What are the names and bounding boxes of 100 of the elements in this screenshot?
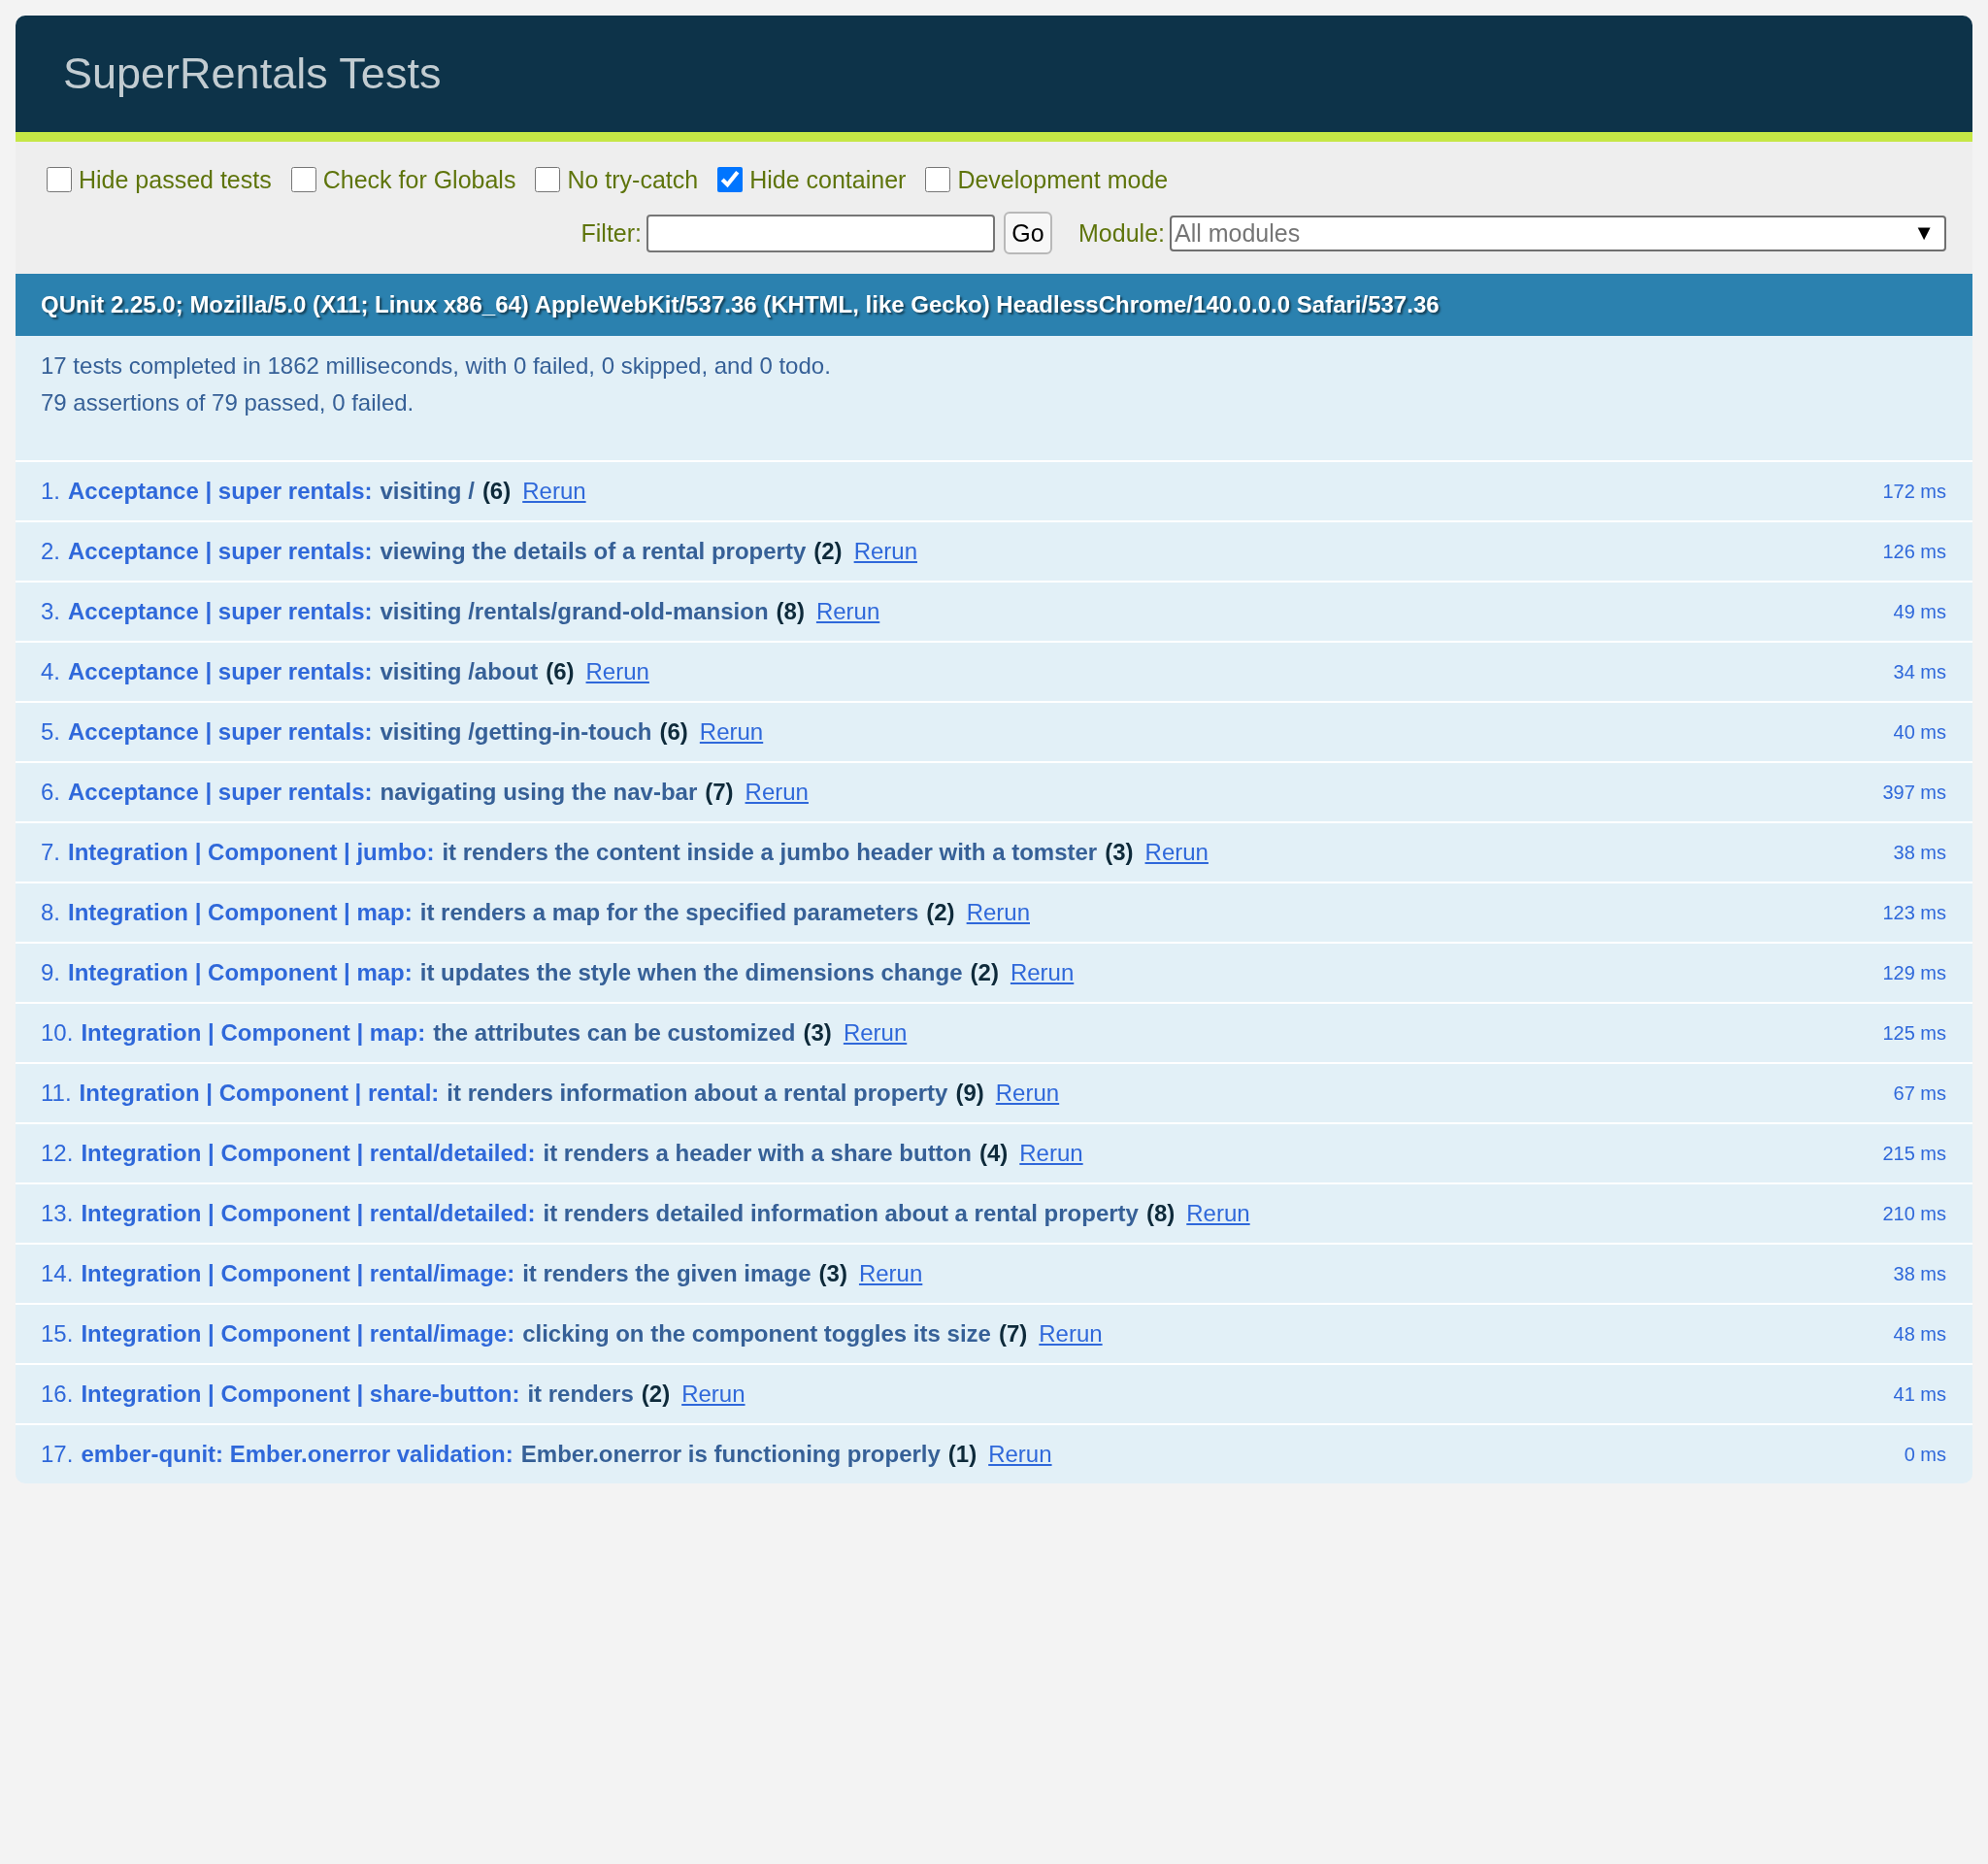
test-number: 9. xyxy=(41,958,60,987)
test-name: Ember.onerror is functioning properly xyxy=(520,1440,941,1469)
test-row[interactable]: 16. Integration | Component | share-button: it renders (2) Rerun 41 ms xyxy=(16,1365,1972,1425)
checkbox-label[interactable]: Hide container xyxy=(749,162,907,197)
assertion-count: (7) xyxy=(998,1319,1028,1348)
test-row[interactable]: 5. Acceptance | super rentals: visiting /getting-in-touch (6) Rerun 40 ms xyxy=(16,703,1972,763)
test-row[interactable]: 15. Integration | Component | rental/image: clicking on the component toggles its size (7) Rerun 48 ms xyxy=(16,1305,1972,1365)
test-row[interactable]: 17. ember-qunit: Ember.onerror validation: Ember.onerror is functioning properly (1) Rerun 0 ms xyxy=(16,1425,1972,1483)
runtime-text: 38 ms xyxy=(1892,1262,1946,1286)
go-button[interactable]: Go xyxy=(1004,212,1053,254)
checkbox[interactable] xyxy=(290,167,316,192)
rerun-link[interactable]: Rerun xyxy=(522,474,586,509)
rerun-link[interactable]: Rerun xyxy=(699,715,764,749)
rerun-link[interactable]: Rerun xyxy=(745,775,809,810)
module-name: ember-qunit: Ember.onerror validation: xyxy=(81,1440,514,1469)
checkbox[interactable] xyxy=(535,167,561,192)
test-name: visiting /getting-in-touch xyxy=(380,717,652,747)
test-name: it renders the content inside a jumbo header with a tomster xyxy=(442,838,1098,867)
assertion-count: (4) xyxy=(978,1139,1009,1168)
module-name: Integration | Component | rental: xyxy=(79,1079,440,1108)
rerun-link[interactable]: Rerun xyxy=(815,594,880,629)
test-number: 8. xyxy=(41,898,60,927)
runtime-text: 129 ms xyxy=(1881,961,1946,985)
checkbox-label[interactable]: Hide passed tests xyxy=(79,162,272,197)
module-name: Integration | Component | jumbo: xyxy=(68,838,435,867)
test-row[interactable]: 9. Integration | Component | map: it updates the style when the dimensions change (2) Rerun 129 ms xyxy=(16,944,1972,1004)
caret-icon[interactable]: ▼ xyxy=(1913,222,1935,244)
rerun-link[interactable]: Rerun xyxy=(1010,955,1075,990)
module-name: Acceptance | super rentals: xyxy=(68,778,373,807)
module-name: Acceptance | super rentals: xyxy=(68,477,373,506)
test-number: 1. xyxy=(41,477,60,506)
assertion-count: (7) xyxy=(705,778,734,807)
assertions-summary-text: 79 assertions of 79 passed, 0 failed. xyxy=(41,388,414,417)
runtime-text: 215 ms xyxy=(1881,1142,1946,1166)
checkbox-label[interactable]: Development mode xyxy=(957,162,1169,197)
module-name: Integration | Component | map: xyxy=(68,898,413,927)
test-row[interactable]: 4. Acceptance | super rentals: visiting /about (6) Rerun 34 ms xyxy=(16,643,1972,703)
checkbox-label[interactable]: Check for Globals xyxy=(322,162,516,197)
runtime-text: 40 ms xyxy=(1892,720,1946,745)
runtime-text: 48 ms xyxy=(1892,1322,1946,1347)
module-name: Acceptance | super rentals: xyxy=(68,597,373,626)
rerun-link[interactable]: Rerun xyxy=(966,895,1030,930)
test-number: 16. xyxy=(41,1380,74,1409)
test-row[interactable]: 6. Acceptance | super rentals: navigating using the nav-bar (7) Rerun 397 ms xyxy=(16,763,1972,823)
module-label: Module: xyxy=(1078,218,1165,249)
assertion-count: (8) xyxy=(1145,1199,1176,1228)
module-name: Acceptance | super rentals: xyxy=(68,717,373,747)
test-number: 10. xyxy=(41,1018,74,1048)
rerun-link[interactable]: Rerun xyxy=(988,1437,1052,1472)
checkbox[interactable] xyxy=(717,167,744,192)
runtime-text: 67 ms xyxy=(1892,1082,1946,1106)
assertion-count: (3) xyxy=(1105,838,1134,867)
module-name: Integration | Component | rental/detailed: xyxy=(81,1139,536,1168)
test-number: 2. xyxy=(41,537,60,566)
test-name: it renders information about a rental property xyxy=(447,1079,948,1108)
module-name: Integration | Component | rental/image: xyxy=(81,1259,515,1288)
rerun-link[interactable]: Rerun xyxy=(681,1377,746,1412)
rerun-link[interactable]: Rerun xyxy=(1144,835,1209,870)
checkbox[interactable] xyxy=(925,167,951,192)
test-name: visiting /rentals/grand-old-mansion xyxy=(380,597,769,626)
test-row[interactable]: 10. Integration | Component | map: the attributes can be customized (3) Rerun 125 ms xyxy=(16,1004,1972,1064)
test-name: navigating using the nav-bar xyxy=(380,778,698,807)
test-row[interactable]: 12. Integration | Component | rental/detailed: it renders a header with a share button (4) Rerun 215 ms xyxy=(16,1124,1972,1184)
rerun-link[interactable]: Rerun xyxy=(585,654,649,689)
tests-summary-text: 17 tests completed in 1862 milliseconds, with 0 failed, 0 skipped, and 0 todo. xyxy=(41,351,831,381)
test-name: clicking on the component toggles its size xyxy=(522,1319,991,1348)
rerun-link[interactable]: Rerun xyxy=(1186,1196,1250,1231)
assertion-count: (6) xyxy=(481,477,512,506)
rerun-link[interactable]: Rerun xyxy=(843,1015,908,1050)
test-row[interactable]: 14. Integration | Component | rental/image: it renders the given image (3) Rerun 38 ms xyxy=(16,1245,1972,1305)
runtime-text: 34 ms xyxy=(1892,660,1946,684)
test-row[interactable]: 7. Integration | Component | jumbo: it renders the content inside a jumbo header with a tomster (3) Rerun 38 ms xyxy=(16,823,1972,883)
test-row[interactable]: 3. Acceptance | super rentals: visiting /rentals/grand-old-mansion (8) Rerun 49 ms xyxy=(16,582,1972,643)
test-name: it renders a header with a share button xyxy=(543,1139,972,1168)
test-row[interactable]: 8. Integration | Component | map: it renders a map for the specified parameters (2) Rerun 123 ms xyxy=(16,883,1972,944)
test-row[interactable]: 11. Integration | Component | rental: it renders information about a rental property (9) Rerun 67 ms xyxy=(16,1064,1972,1124)
assertion-count: (3) xyxy=(803,1018,832,1048)
module-name: Acceptance | super rentals: xyxy=(68,657,373,686)
runtime-text: 49 ms xyxy=(1892,600,1946,624)
rerun-link[interactable]: Rerun xyxy=(995,1076,1060,1111)
test-name: it renders the given image xyxy=(522,1259,812,1288)
test-number: 13. xyxy=(41,1199,74,1228)
rerun-link[interactable]: Rerun xyxy=(853,534,917,569)
checkbox[interactable] xyxy=(47,167,72,192)
runtime-text: 0 ms xyxy=(1903,1443,1946,1467)
test-number: 17. xyxy=(41,1440,74,1469)
rerun-link[interactable]: Rerun xyxy=(858,1256,923,1291)
assertion-count: (1) xyxy=(947,1440,977,1469)
rerun-link[interactable]: Rerun xyxy=(1039,1316,1103,1351)
checkbox-label[interactable]: No try-catch xyxy=(567,162,699,197)
test-name: it renders a map for the specified parameters xyxy=(419,898,919,927)
test-row[interactable]: 2. Acceptance | super rentals: viewing the details of a rental property (2) Rerun 126 ms xyxy=(16,522,1972,582)
test-number: 14. xyxy=(41,1259,74,1288)
assertion-count: (9) xyxy=(955,1079,984,1108)
test-number: 4. xyxy=(41,657,60,686)
test-row[interactable]: 1. Acceptance | super rentals: visiting / (6) Rerun 172 ms xyxy=(16,462,1972,522)
test-name: visiting /about xyxy=(380,657,539,686)
rerun-link[interactable]: Rerun xyxy=(1019,1136,1083,1171)
test-row[interactable]: 13. Integration | Component | rental/detailed: it renders detailed information about a rental property (8) Rerun 210 ms xyxy=(16,1184,1972,1245)
filter-input[interactable] xyxy=(646,214,996,252)
